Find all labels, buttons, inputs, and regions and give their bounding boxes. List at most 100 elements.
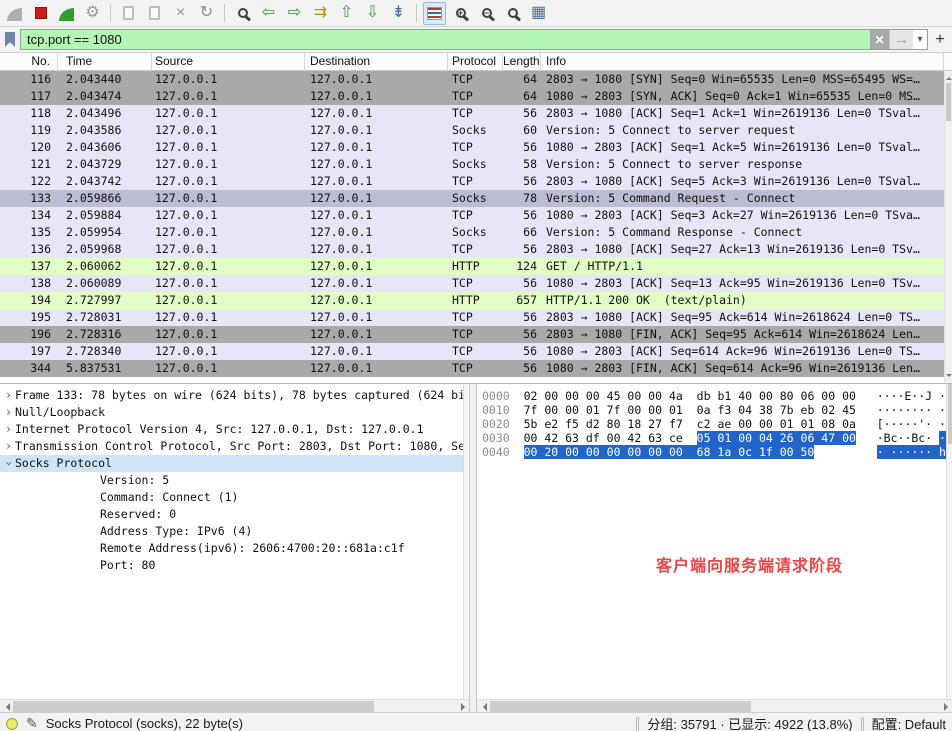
column-header-dst[interactable]: Destination xyxy=(305,53,448,71)
packet-row[interactable]: 1372.060062127.0.0.1127.0.0.1HTTP124GET … xyxy=(0,258,944,275)
packet-row[interactable]: 1952.728031127.0.0.1127.0.0.1TCP562803 →… xyxy=(0,309,944,326)
packet-row[interactable]: 1352.059954127.0.0.1127.0.0.1Socks66Vers… xyxy=(0,224,944,241)
filter-dropdown-icon[interactable]: ▾ xyxy=(913,30,927,49)
zoom-out-icon[interactable]: − xyxy=(475,2,498,25)
cell-time: 2.043586 xyxy=(58,122,152,139)
packet-list-vertical-scrollbar[interactable] xyxy=(944,71,952,383)
cell-time: 2.043742 xyxy=(58,173,152,190)
go-first-packet-icon[interactable]: ⇧ xyxy=(335,2,358,25)
cell-src: 127.0.0.1 xyxy=(152,275,305,292)
detail-line[interactable]: ›Frame 133: 78 bytes on wire (624 bits),… xyxy=(0,387,463,404)
column-header-len[interactable]: Length xyxy=(503,53,541,71)
column-header-no[interactable]: No. xyxy=(0,53,58,71)
packet-row[interactable]: 1222.043742127.0.0.1127.0.0.1TCP562803 →… xyxy=(0,173,944,190)
go-back-icon[interactable]: ⇦ xyxy=(257,2,280,25)
filter-bookmark-button[interactable] xyxy=(3,30,17,50)
scroll-up-icon[interactable] xyxy=(946,74,952,80)
resize-columns-icon[interactable]: ▦ xyxy=(527,2,550,25)
packet-row[interactable]: 1212.043729127.0.0.1127.0.0.1Socks58Vers… xyxy=(0,156,944,173)
detail-line[interactable]: ›Null/Loopback xyxy=(0,404,463,421)
colorize-icon[interactable] xyxy=(423,2,446,25)
cell-dst: 127.0.0.1 xyxy=(305,105,448,122)
cell-proto: Socks xyxy=(448,224,503,241)
filter-add-button[interactable]: + xyxy=(931,29,949,50)
packet-row[interactable]: 1202.043606127.0.0.1127.0.0.1TCP561080 →… xyxy=(0,139,944,156)
packet-row[interactable]: 1182.043496127.0.0.1127.0.0.1TCP562803 →… xyxy=(0,105,944,122)
expander-icon[interactable]: › xyxy=(2,438,15,455)
detail-line[interactable]: Command: Connect (1) xyxy=(0,489,463,506)
detail-line[interactable]: ›Transmission Control Protocol, Src Port… xyxy=(0,438,463,455)
capture-start-icon[interactable] xyxy=(3,2,26,25)
column-header-proto[interactable]: Protocol xyxy=(448,53,503,71)
packet-row[interactable]: 1942.727997127.0.0.1127.0.0.1HTTP657HTTP… xyxy=(0,292,944,309)
capture-restart-icon[interactable] xyxy=(55,2,78,25)
filter-apply-icon[interactable]: → xyxy=(889,30,913,49)
display-filter-input[interactable] xyxy=(21,30,870,49)
scroll-thumb[interactable] xyxy=(490,701,751,712)
filter-clear-icon[interactable]: ✕ xyxy=(870,30,889,49)
detail-line[interactable]: Address Type: IPv6 (4) xyxy=(0,523,463,540)
details-vertical-scrollbar[interactable] xyxy=(463,384,469,699)
packet-row[interactable]: 1382.060089127.0.0.1127.0.0.1TCP561080 →… xyxy=(0,275,944,292)
packet-row[interactable]: 1192.043586127.0.0.1127.0.0.1Socks60Vers… xyxy=(0,122,944,139)
hex-row[interactable]: 0010 7f 00 00 01 7f 00 00 01 0a f3 04 38… xyxy=(482,403,946,417)
column-header-src[interactable]: Source xyxy=(152,53,305,71)
capture-stop-icon[interactable] xyxy=(29,2,52,25)
close-capture-icon[interactable]: × xyxy=(169,2,192,25)
bytes-vertical-scrollbar[interactable] xyxy=(946,384,952,699)
hex-row[interactable]: 0020 5b e2 f5 d2 80 18 27 f7 c2 ae 00 00… xyxy=(482,417,946,431)
scroll-left-icon[interactable] xyxy=(0,700,13,712)
expert-info-icon[interactable] xyxy=(6,718,18,730)
cell-dst: 127.0.0.1 xyxy=(305,173,448,190)
capture-comment-icon[interactable]: ✎ xyxy=(26,715,38,731)
colorize-icon xyxy=(427,7,442,20)
zoom-reset-icon[interactable] xyxy=(501,2,524,25)
scroll-down-icon[interactable] xyxy=(946,374,952,380)
detail-line[interactable]: ›Socks Protocol xyxy=(0,455,463,472)
go-last-packet-icon[interactable]: ⇩ xyxy=(361,2,384,25)
cell-time: 2.727997 xyxy=(58,292,152,309)
details-horizontal-scrollbar[interactable] xyxy=(0,699,469,712)
hex-row[interactable]: 0030 00 42 63 df 00 42 63 ce 05 01 00 04… xyxy=(482,431,946,445)
bytes-horizontal-scrollbar[interactable] xyxy=(477,699,952,712)
find-packet-icon[interactable] xyxy=(231,2,254,25)
cell-info: Version: 5 Command Request - Connect xyxy=(541,190,944,207)
expander-icon[interactable]: › xyxy=(0,457,17,470)
save-file-icon[interactable] xyxy=(143,2,166,25)
packet-row[interactable]: 1972.728340127.0.0.1127.0.0.1TCP561080 →… xyxy=(0,343,944,360)
hex-row[interactable]: 0000 02 00 00 00 45 00 00 4a db b1 40 00… xyxy=(482,389,946,403)
detail-line[interactable]: Version: 5 xyxy=(0,472,463,489)
cell-src: 127.0.0.1 xyxy=(152,258,305,275)
scroll-thumb[interactable] xyxy=(948,384,952,444)
scroll-thumb[interactable] xyxy=(946,83,951,121)
expander-icon[interactable]: › xyxy=(2,421,15,438)
go-forward-icon[interactable]: ⇨ xyxy=(283,2,306,25)
packet-row[interactable]: 1172.043474127.0.0.1127.0.0.1TCP641080 →… xyxy=(0,88,944,105)
column-header-time[interactable]: Time xyxy=(58,53,152,71)
scroll-right-icon[interactable] xyxy=(939,700,952,712)
packet-row[interactable]: 1962.728316127.0.0.1127.0.0.1TCP562803 →… xyxy=(0,326,944,343)
go-to-packet-icon[interactable]: ⇉ xyxy=(309,2,332,25)
zoom-in-icon[interactable]: + xyxy=(449,2,472,25)
packet-row[interactable]: 1332.059866127.0.0.1127.0.0.1Socks78Vers… xyxy=(0,190,944,207)
expander-icon[interactable]: › xyxy=(2,387,15,404)
packet-row[interactable]: 3445.837531127.0.0.1127.0.0.1TCP561080 →… xyxy=(0,360,944,377)
reload-icon[interactable]: ↻ xyxy=(195,2,218,25)
scroll-right-icon[interactable] xyxy=(456,700,469,712)
detail-line[interactable]: ›Internet Protocol Version 4, Src: 127.0… xyxy=(0,421,463,438)
packet-row[interactable]: 1162.043440127.0.0.1127.0.0.1TCP642803 →… xyxy=(0,71,944,88)
packet-row[interactable]: 1362.059968127.0.0.1127.0.0.1TCP562803 →… xyxy=(0,241,944,258)
column-header-info[interactable]: Info xyxy=(541,53,944,71)
detail-line[interactable]: Port: 80 xyxy=(0,557,463,574)
cell-dst: 127.0.0.1 xyxy=(305,71,448,88)
packet-row[interactable]: 1342.059884127.0.0.1127.0.0.1TCP561080 →… xyxy=(0,207,944,224)
hex-row[interactable]: 0040 00 20 00 00 00 00 00 00 68 1a 0c 1f… xyxy=(482,445,946,459)
expander-icon[interactable]: › xyxy=(2,404,15,421)
capture-options-icon[interactable]: ⚙ xyxy=(81,2,104,25)
detail-line[interactable]: Remote Address(ipv6): 2606:4700:20::681a… xyxy=(0,540,463,557)
scroll-thumb[interactable] xyxy=(13,701,374,712)
open-file-icon[interactable] xyxy=(117,2,140,25)
detail-line[interactable]: Reserved: 0 xyxy=(0,506,463,523)
scroll-left-icon[interactable] xyxy=(477,700,490,712)
auto-scroll-icon[interactable]: ⇟ xyxy=(387,2,410,25)
